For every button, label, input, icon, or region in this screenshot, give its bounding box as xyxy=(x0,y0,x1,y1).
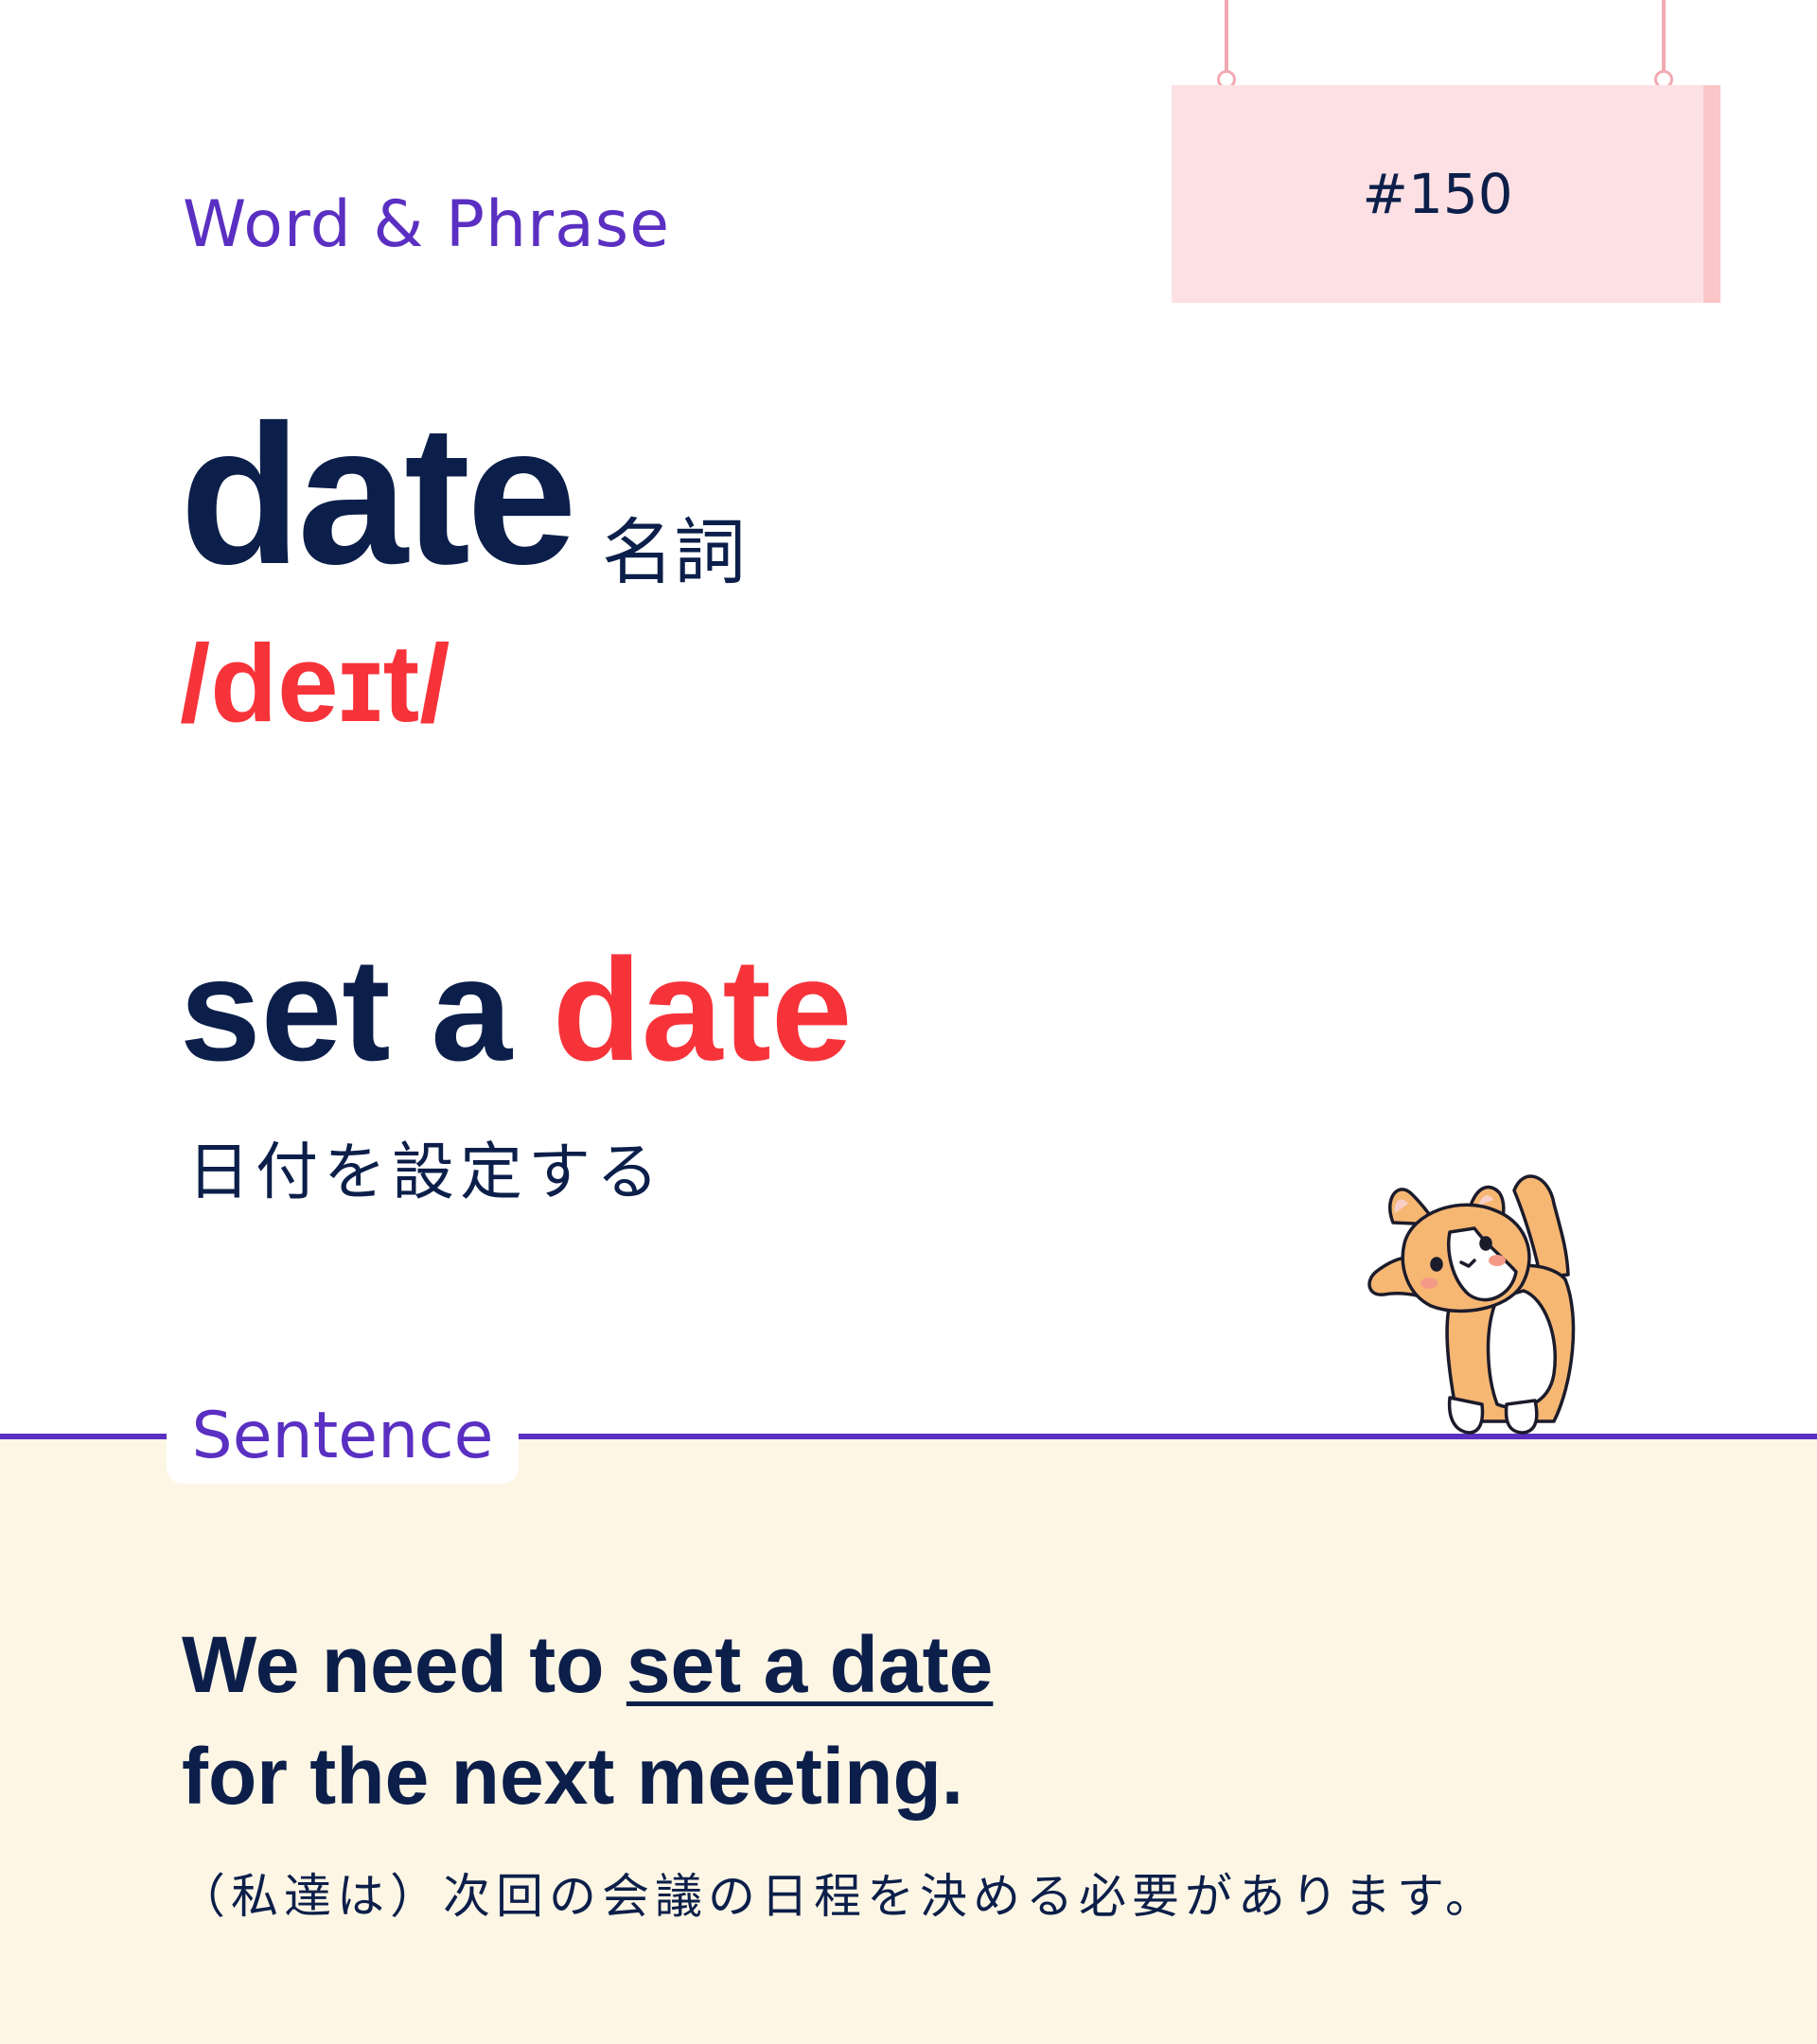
sentence-label: Sentence xyxy=(191,1399,494,1473)
sentence-line-1: We need to set a date xyxy=(182,1609,993,1720)
phrase-highlight: date xyxy=(552,928,853,1091)
sentence-line-1-text: We need to xyxy=(182,1620,626,1709)
sign-string-right xyxy=(1662,0,1666,78)
pronunciation: /deɪt/ xyxy=(180,622,450,745)
example-sentence: We need to set a date for the next meeti… xyxy=(182,1609,993,1832)
sentence-translation: （私達は）次回の会議の日程を決める必要があります。 xyxy=(178,1869,1498,1924)
corgi-mascot-icon xyxy=(1367,1174,1576,1435)
category-label: Word & Phrase xyxy=(183,187,671,262)
phrase-meaning: 日付を設定する xyxy=(187,1136,664,1208)
headword: date xyxy=(180,383,577,606)
part-of-speech: 名詞 xyxy=(602,510,746,594)
entry-number: #150 xyxy=(1362,162,1513,226)
phrase-text: set a xyxy=(180,928,553,1091)
phrase: set a date xyxy=(180,937,852,1083)
sentence-phrase-underlined: set a date xyxy=(626,1620,994,1709)
sign-string-left xyxy=(1225,0,1228,78)
number-sign: #150 xyxy=(1172,0,1722,305)
sentence-line-2: for the next meeting. xyxy=(182,1732,964,1821)
